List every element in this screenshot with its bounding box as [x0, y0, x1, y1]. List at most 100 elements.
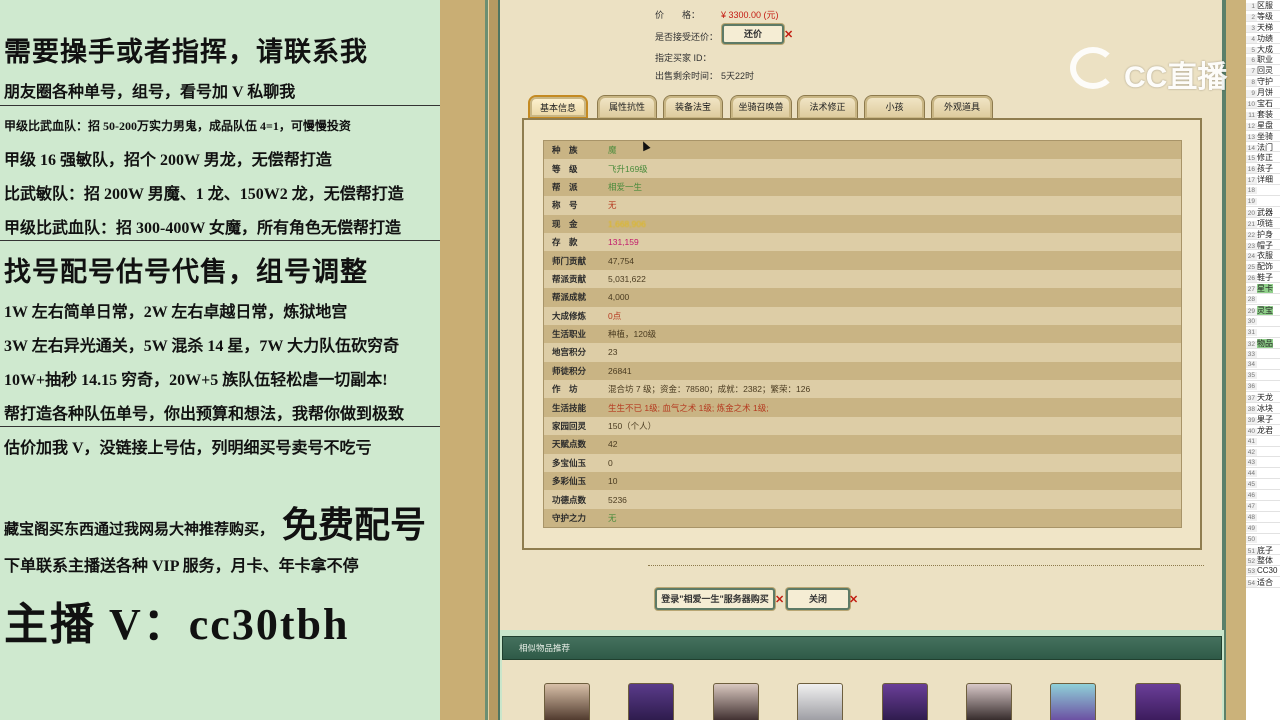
spreadsheet-row[interactable]: 22 护身	[1246, 229, 1280, 240]
row-cell: 帽子	[1257, 240, 1273, 250]
spreadsheet-row[interactable]: 47	[1246, 501, 1280, 512]
similar-item-avatar[interactable]	[628, 683, 674, 720]
spreadsheet-row[interactable]: 48	[1246, 512, 1280, 523]
spreadsheet-row[interactable]: 8 守护	[1246, 76, 1280, 88]
spreadsheet-row[interactable]: 34	[1246, 359, 1280, 371]
similar-item-avatar[interactable]	[966, 683, 1012, 720]
similar-item-avatar[interactable]	[797, 683, 843, 720]
spreadsheet-row[interactable]: 18	[1246, 185, 1280, 197]
tab-equipment[interactable]: 装备法宝	[663, 95, 723, 119]
spreadsheet-row[interactable]: 19	[1246, 196, 1280, 207]
spreadsheet-row[interactable]: 51 底子	[1246, 545, 1280, 556]
row-number: 22	[1246, 231, 1257, 239]
row-number: 20	[1246, 209, 1257, 217]
spreadsheet-row[interactable]: 26 鞋子	[1246, 272, 1280, 284]
spreadsheet-row[interactable]: 36	[1246, 381, 1280, 393]
spreadsheet-row[interactable]: 31	[1246, 327, 1280, 338]
close-button[interactable]: 关闭	[786, 588, 850, 610]
spreadsheet-row[interactable]: 52 整体	[1246, 555, 1280, 567]
spreadsheet-row[interactable]: 49	[1246, 523, 1280, 534]
spreadsheet-row[interactable]: 4 功绩	[1246, 33, 1280, 44]
spreadsheet-row[interactable]: 32 物品	[1246, 338, 1280, 349]
spreadsheet-row[interactable]: 1 区服	[1246, 0, 1280, 11]
attribute-row: 现 金 1,668,906	[544, 214, 1181, 233]
row-cell: 职业	[1257, 55, 1273, 65]
tab-appearance[interactable]: 外观道具	[931, 95, 993, 119]
spreadsheet-row[interactable]: 11 套装	[1246, 109, 1280, 120]
spreadsheet-row[interactable]: 21 项链	[1246, 218, 1280, 229]
attribute-label: 现 金	[552, 218, 578, 229]
spreadsheet-row[interactable]: 35	[1246, 370, 1280, 382]
row-cell: CC30	[1257, 566, 1278, 576]
spreadsheet-row[interactable]: 46	[1246, 490, 1280, 501]
tab-children[interactable]: 小孩	[864, 95, 925, 119]
attribute-value: 4,000	[608, 292, 630, 303]
spreadsheet-row[interactable]: 5 大成	[1246, 44, 1280, 55]
spreadsheet-row[interactable]: 45	[1246, 479, 1280, 491]
attribute-label: 多宝仙玉	[552, 457, 587, 468]
spreadsheet-row[interactable]: 25 配饰	[1246, 261, 1280, 273]
spreadsheet-row[interactable]: 54 适合	[1246, 577, 1280, 589]
similar-item-avatar[interactable]	[882, 683, 928, 720]
spreadsheet-row[interactable]: 28	[1246, 294, 1280, 305]
buyer-label: 指定买家 ID：	[655, 53, 712, 63]
spreadsheet-row[interactable]: 42	[1246, 447, 1280, 458]
tab-mounts-summons[interactable]: 坐骑召唤兽	[730, 95, 792, 119]
attribute-label: 功德点数	[552, 494, 587, 505]
spreadsheet-row[interactable]: 14 法门	[1246, 142, 1280, 153]
spreadsheet-row[interactable]: 20 武器	[1246, 207, 1280, 218]
tab-basic-info[interactable]: 基本信息	[528, 95, 588, 119]
login-purchase-button[interactable]: 登录"相爱一生"服务器购买	[655, 588, 775, 610]
spreadsheet-row[interactable]: 12 星盘	[1246, 120, 1280, 131]
spreadsheet-row[interactable]: 41	[1246, 436, 1280, 447]
row-cell: 星卡	[1257, 284, 1273, 294]
spreadsheet-row[interactable]: 27 星卡	[1246, 283, 1280, 295]
row-cell: 套装	[1257, 109, 1273, 119]
spreadsheet-row[interactable]: 16 孩子	[1246, 163, 1280, 175]
spreadsheet-row[interactable]: 10 宝石	[1246, 98, 1280, 109]
row-number: 28	[1246, 296, 1257, 304]
row-number: 12	[1246, 122, 1257, 130]
promo-line: 下单联系主播送各种 VIP 服务，月卡、年卡拿不停	[4, 558, 359, 575]
attribute-value: 混合坊 7 级；资金：78580；成就：2382；繁荣：126	[608, 384, 811, 395]
similar-item-avatar[interactable]	[544, 683, 590, 720]
spreadsheet-row[interactable]: 17 详细	[1246, 174, 1280, 186]
row-number: 44	[1246, 470, 1257, 478]
row-cell: 法门	[1257, 142, 1273, 152]
spreadsheet-row[interactable]: 33	[1246, 349, 1280, 360]
spreadsheet-row[interactable]: 50	[1246, 534, 1280, 545]
spreadsheet-row[interactable]: 37 天龙	[1246, 392, 1280, 403]
spreadsheet-row[interactable]: 53 CC30	[1246, 566, 1280, 578]
spreadsheet-row[interactable]: 44	[1246, 468, 1280, 480]
row-cell: 配饰	[1257, 262, 1273, 272]
spreadsheet-row[interactable]: 3 天梯	[1246, 22, 1280, 33]
row-number: 2	[1246, 13, 1257, 21]
spreadsheet-row[interactable]: 24 衣服	[1246, 250, 1280, 262]
row-number: 32	[1246, 340, 1257, 348]
row-number: 4	[1246, 35, 1257, 43]
similar-item-avatar[interactable]	[1050, 683, 1096, 720]
tab-attributes[interactable]: 属性抗性	[597, 95, 657, 119]
row-cell: 详细	[1257, 175, 1273, 185]
tab-spell-correction[interactable]: 法术修正	[797, 95, 858, 119]
spreadsheet-row[interactable]: 15 修正	[1246, 152, 1280, 164]
spreadsheet-row[interactable]: 30	[1246, 316, 1280, 327]
similar-item-avatar[interactable]	[713, 683, 759, 720]
attribute-row: 生活职业 种植，120级	[544, 324, 1181, 344]
spreadsheet-row[interactable]: 7 回灵	[1246, 65, 1280, 77]
counter-offer-button[interactable]: 还价	[722, 24, 784, 44]
spreadsheet-row[interactable]: 23 帽子	[1246, 240, 1280, 251]
spreadsheet-row[interactable]: 39 果子	[1246, 414, 1280, 425]
attribute-label: 师徒积分	[552, 365, 587, 376]
spreadsheet-row[interactable]: 38 冰块	[1246, 403, 1280, 414]
attribute-value: 5236	[608, 494, 627, 505]
streamer-contact: 主播 V：cc30tbh	[4, 600, 350, 649]
spreadsheet-row[interactable]: 6 职业	[1246, 54, 1280, 66]
similar-item-avatar[interactable]	[1135, 683, 1181, 720]
spreadsheet-row[interactable]: 9 月饼	[1246, 87, 1280, 99]
spreadsheet-row[interactable]: 43	[1246, 457, 1280, 469]
spreadsheet-row[interactable]: 40 龙君	[1246, 425, 1280, 436]
spreadsheet-row[interactable]: 13 坐骑	[1246, 131, 1280, 142]
spreadsheet-row[interactable]: 29 灵宝	[1246, 305, 1280, 316]
spreadsheet-row[interactable]: 2 等级	[1246, 11, 1280, 22]
